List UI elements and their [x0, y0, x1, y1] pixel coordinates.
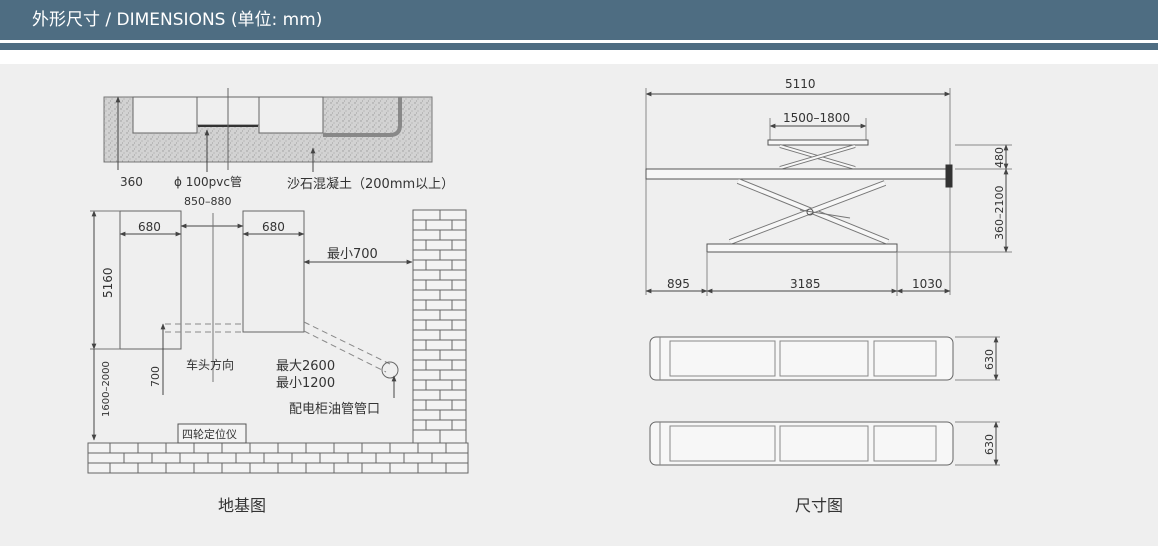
label-concrete: 沙石混凝土（200mm以上）: [287, 176, 454, 192]
dimensions-caption: 尺寸图: [795, 496, 843, 515]
label-spacing: 850–880: [184, 195, 232, 208]
label-total-length: 5110: [785, 77, 816, 91]
dimension-diagram: [645, 88, 1012, 466]
label-width-right: 680: [262, 220, 285, 234]
base: [706, 243, 898, 253]
label-pvc: ϕ 100pvc管: [174, 174, 242, 189]
label-aligner: 四轮定位仪: [182, 427, 237, 441]
header-title: 外形尺寸 / DIMENSIONS (单位: mm): [32, 10, 323, 30]
label-lift-range: 360–2100: [993, 186, 1006, 241]
scissor-upper: [767, 139, 869, 170]
outlet-circle: [381, 361, 399, 379]
label-width-left: 680: [138, 220, 161, 234]
label-min-height: 480: [993, 147, 1006, 168]
label-right-offset: 1030: [912, 277, 943, 291]
label-max: 最大2600: [276, 359, 335, 374]
label-min-wall: 最小700: [327, 247, 378, 262]
label-depth: 360: [120, 175, 143, 189]
plate-top-view-1: [649, 336, 1000, 381]
header-bar: 外形尺寸 / DIMENSIONS (单位: mm): [0, 0, 1158, 40]
plate-top-view-2: [649, 421, 1000, 466]
label-platform-range: 1500–1800: [783, 111, 850, 125]
label-plate-width-bottom: 630: [983, 434, 996, 455]
platform: [645, 168, 951, 180]
foundation-caption: 地基图: [218, 496, 266, 515]
label-base-length: 3185: [790, 277, 821, 291]
label-front-range: 1600–2000: [101, 361, 112, 417]
label-plate-width-top: 630: [983, 349, 996, 370]
label-left-offset: 895: [667, 277, 690, 291]
label-outlet: 配电柜油管管口: [289, 402, 380, 417]
scissor-lower: [728, 178, 890, 245]
concrete-section: [103, 88, 433, 172]
label-min: 最小1200: [276, 376, 335, 391]
foundation-diagram: [87, 88, 469, 474]
label-direction: 车头方向: [186, 357, 234, 372]
header-rule: [0, 43, 1158, 50]
label-length: 5160: [101, 267, 115, 298]
brick-floor: [87, 442, 469, 474]
drawing-canvas: 360 ϕ 100pvc管 沙石混凝土（200mm以上） 850–880 680…: [87, 77, 1012, 515]
brick-wall: [412, 209, 467, 446]
label-gap: 700: [149, 366, 162, 387]
content-panel: 360 ϕ 100pvc管 沙石混凝土（200mm以上） 850–880 680…: [0, 64, 1158, 546]
